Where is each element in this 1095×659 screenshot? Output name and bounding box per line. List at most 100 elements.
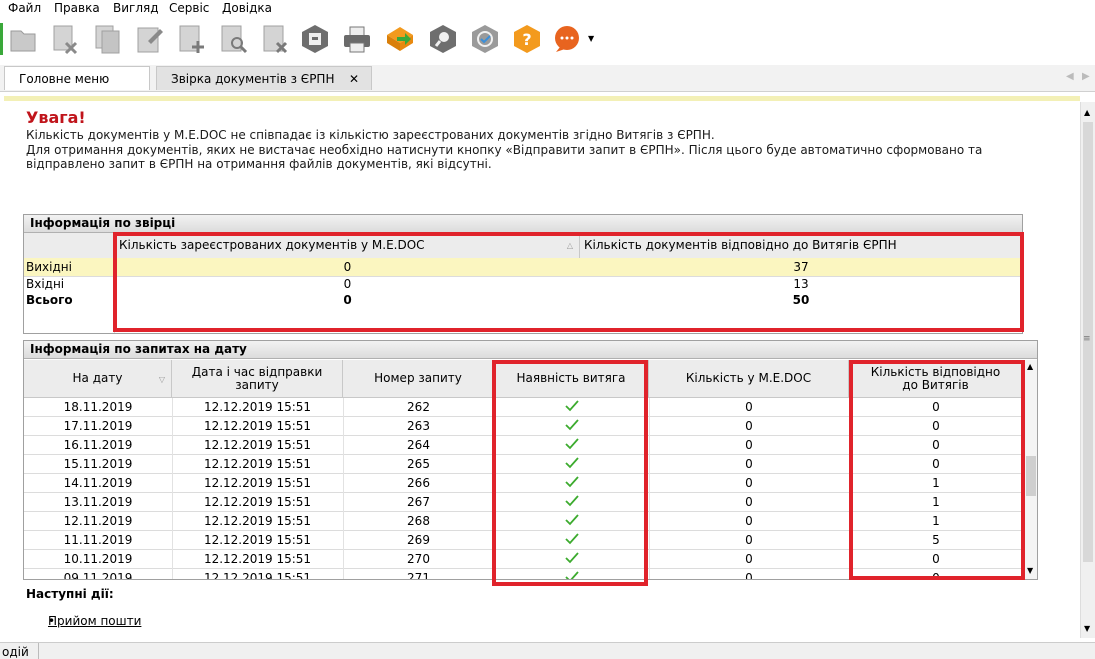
highlight-box-extract: [849, 360, 1025, 580]
cell-num: 269: [407, 533, 430, 547]
scroll-thumb[interactable]: [1026, 456, 1036, 496]
chat-icon[interactable]: [552, 23, 582, 55]
header-date[interactable]: На дату ▽: [24, 360, 172, 398]
print-icon[interactable]: [342, 23, 372, 55]
cell-num: 265: [407, 457, 430, 471]
highlight-box-presence: [492, 360, 648, 586]
cell-medoc: 0: [745, 533, 753, 547]
summary-panel-title: Інформація по звірці: [24, 215, 1022, 233]
cell-num: 262: [407, 400, 430, 414]
tab-main-menu[interactable]: Головне меню: [4, 66, 150, 90]
cell-date: 13.11.2019: [63, 495, 133, 509]
summary-row-label: Вихідні: [26, 260, 72, 274]
scroll-down-icon[interactable]: ▼: [1027, 566, 1033, 575]
cell-medoc: 0: [745, 400, 753, 414]
next-steps-title: Наступні дії:: [26, 587, 114, 601]
tab-scroll-right-icon[interactable]: ▶: [1082, 71, 1090, 82]
svg-text:?: ?: [522, 30, 531, 49]
cell-sent: 12.12.2019 15:51: [203, 457, 312, 471]
menu-service[interactable]: Сервіс: [169, 1, 209, 15]
remove-doc-icon[interactable]: [260, 23, 290, 55]
menu-view[interactable]: Вигляд: [113, 1, 159, 15]
menu-edit[interactable]: Правка: [54, 1, 100, 15]
tab-scroll-left-icon[interactable]: ◀: [1066, 71, 1074, 82]
cell-medoc: 0: [745, 438, 753, 452]
cell-num: 267: [407, 495, 430, 509]
cell-num: 271: [407, 571, 430, 580]
cell-medoc: 0: [745, 552, 753, 566]
cell-sent: 12.12.2019 15:51: [203, 419, 312, 433]
cell-medoc: 0: [745, 476, 753, 490]
cell-sent: 12.12.2019 15:51: [203, 533, 312, 547]
edit-icon[interactable]: [134, 23, 164, 55]
cell-sent: 12.12.2019 15:51: [203, 552, 312, 566]
tab-bar: Головне меню Звірка документів з ЄРПН ✕ …: [0, 65, 1095, 92]
cell-num: 264: [407, 438, 430, 452]
warning-title: Увага!: [26, 108, 86, 127]
find-icon[interactable]: [428, 23, 458, 55]
delete-icon[interactable]: [50, 23, 80, 55]
cell-medoc: 0: [745, 571, 753, 580]
cell-num: 268: [407, 514, 430, 528]
highlight-box: [113, 232, 1024, 332]
menu-file[interactable]: Файл: [8, 1, 41, 15]
grip-icon: ≡: [1083, 334, 1091, 344]
tab-label: Звірка документів з ЄРПН: [171, 72, 335, 86]
cell-num: 266: [407, 476, 430, 490]
cell-sent: 12.12.2019 15:51: [203, 571, 312, 580]
help-icon[interactable]: ?: [512, 23, 542, 55]
main-scrollbar[interactable]: ▲ ≡ ▼: [1080, 102, 1095, 638]
chat-dropdown-icon[interactable]: ▼: [588, 34, 594, 43]
header-sent[interactable]: Дата і час відправки запиту: [172, 360, 343, 398]
header-medoc[interactable]: Кількість у M.E.DOC: [649, 360, 849, 398]
cell-date: 15.11.2019: [63, 457, 133, 471]
open-icon[interactable]: [8, 23, 38, 55]
tab-label: Головне меню: [19, 72, 110, 86]
menu-help[interactable]: Довідка: [222, 1, 272, 15]
cell-sent: 12.12.2019 15:51: [203, 438, 312, 452]
verify-icon[interactable]: [470, 23, 500, 55]
divider: [4, 96, 1080, 101]
cell-sent: 12.12.2019 15:51: [203, 495, 312, 509]
send-icon[interactable]: [385, 23, 415, 55]
cell-date: 18.11.2019: [63, 400, 133, 414]
status-bar: одій: [0, 642, 1095, 659]
summary-row-label: Вхідні: [26, 277, 65, 291]
warning-line-2: Для отримання документів, яких не вистач…: [26, 143, 983, 157]
scroll-up-icon[interactable]: ▲: [1084, 108, 1090, 117]
scroll-up-icon[interactable]: ▲: [1027, 362, 1033, 371]
cell-date: 09.11.2019: [63, 571, 133, 580]
table-scrollbar[interactable]: ▲ ▼: [1023, 360, 1037, 579]
tab-reconciliation[interactable]: Звірка документів з ЄРПН ✕: [156, 66, 372, 90]
add-doc-icon[interactable]: [176, 23, 206, 55]
header-num[interactable]: Номер запиту: [343, 360, 494, 398]
cell-date: 17.11.2019: [63, 419, 133, 433]
cell-medoc: 0: [745, 457, 753, 471]
cell-date: 16.11.2019: [63, 438, 133, 452]
warning-line-1: Кількість документів у M.E.DOC не співпа…: [26, 128, 715, 142]
cell-sent: 12.12.2019 15:51: [203, 400, 312, 414]
cell-num: 270: [407, 552, 430, 566]
cell-date: 10.11.2019: [63, 552, 133, 566]
menu-bar: Файл Правка Вигляд Сервіс Довідка: [0, 0, 1095, 17]
header-date-label: На дату: [72, 371, 123, 385]
receive-mail-link[interactable]: Прийом пошти: [48, 614, 141, 628]
cell-medoc: 0: [745, 419, 753, 433]
header-num-label: Номер запиту: [374, 371, 462, 385]
copy-icon[interactable]: [92, 23, 122, 55]
requests-panel-title: Інформація по запитах на дату: [24, 341, 1037, 359]
cell-num: 263: [407, 419, 430, 433]
header-medoc-label: Кількість у M.E.DOC: [685, 371, 812, 385]
scroll-down-icon[interactable]: ▼: [1084, 624, 1090, 633]
cell-date: 11.11.2019: [63, 533, 133, 547]
archive-icon[interactable]: [300, 23, 330, 55]
filter-icon[interactable]: ▽: [159, 373, 165, 386]
toolbar: ? ▼: [0, 17, 1095, 65]
search-doc-icon[interactable]: [218, 23, 248, 55]
summary-header-blank: [24, 233, 115, 259]
header-sent-label: Дата і час відправки запиту: [191, 364, 323, 392]
summary-row-label: Всього: [26, 293, 73, 307]
close-icon[interactable]: ✕: [349, 67, 359, 91]
cell-date: 14.11.2019: [63, 476, 133, 490]
cell-sent: 12.12.2019 15:51: [203, 514, 312, 528]
